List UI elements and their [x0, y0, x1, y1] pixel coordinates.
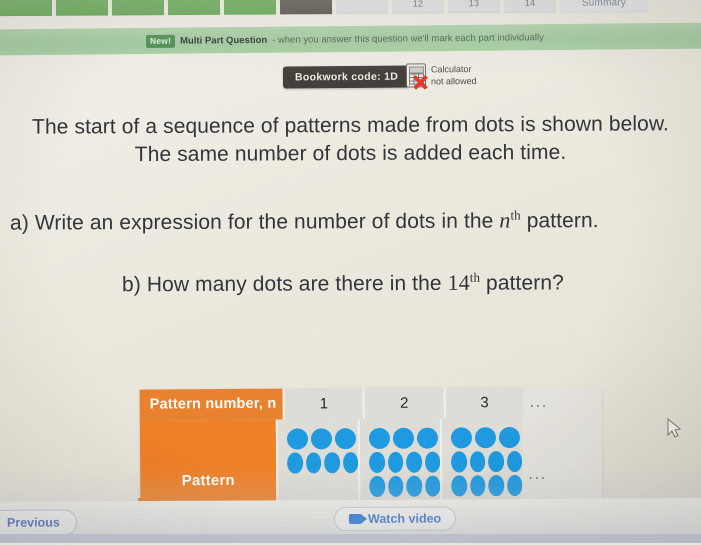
dot-row: [451, 426, 522, 449]
dot: [369, 451, 385, 473]
dot: [324, 451, 340, 474]
dot: [311, 428, 333, 450]
dot: [417, 427, 439, 449]
part-b-superscript: th: [469, 269, 481, 285]
question-part-b: b) How many dots are there in the 14th p…: [122, 263, 701, 299]
dot: [499, 426, 521, 448]
part-a-variable: n: [499, 207, 511, 233]
tab-question-9[interactable]: 13: [447, 0, 501, 14]
calculator-not-allowed-icon: [405, 63, 427, 88]
part-b-prefix: b) How many dots are there in the: [121, 271, 448, 297]
dot: [305, 452, 322, 474]
banner-title: Multi Part Question: [180, 34, 268, 47]
dot-row: [287, 427, 358, 450]
pattern-ellipsis: ...: [522, 417, 603, 501]
part-b-number: 14: [447, 269, 470, 295]
dot: [342, 451, 359, 473]
dot: [424, 475, 441, 497]
dot: [488, 450, 505, 472]
table-row: Pattern ...: [139, 417, 603, 504]
tab-question-current[interactable]: [279, 0, 333, 15]
calculator-line-2: not allowed: [430, 76, 477, 87]
dot-row: [287, 451, 359, 474]
tab-question-1[interactable]: [0, 0, 53, 17]
question-line-2: The same number of dots is added each ti…: [134, 140, 567, 167]
table-row: Pattern number, n 1 2 3 ...: [139, 386, 602, 421]
dot: [475, 426, 497, 449]
new-badge: New!: [145, 34, 176, 48]
calculator-notice: Calculator not allowed: [405, 63, 477, 88]
calculator-notice-text: Calculator not allowed: [431, 63, 477, 87]
dot: [488, 474, 505, 496]
tab-label: Summary: [581, 0, 627, 9]
tab-label: 14: [524, 0, 536, 8]
pattern-number-cell-3: 3: [443, 386, 524, 419]
bookwork-bar: Bookwork code: 1D Calculator not allowed: [0, 59, 701, 99]
previous-button[interactable]: Previous: [0, 509, 77, 536]
dot: [369, 427, 391, 449]
mouse-cursor-icon: [667, 418, 682, 438]
dot: [451, 475, 468, 497]
video-camera-icon: [348, 513, 363, 525]
dot: [287, 452, 303, 474]
pattern-number-cell-2: 2: [362, 387, 444, 419]
tab-summary[interactable]: Summary: [559, 0, 649, 13]
dot-row: [451, 474, 523, 497]
pattern-dots-cell-3: [440, 417, 523, 502]
dot: [424, 451, 441, 473]
pattern-number-cell-1: 1: [282, 388, 364, 420]
dot: [507, 474, 523, 496]
tab-label: 13: [468, 0, 480, 9]
question-line-1: The start of a sequence of patterns made…: [31, 112, 670, 139]
bookwork-code-chip: Bookwork code: 1D: [282, 65, 411, 89]
part-a-suffix: pattern.: [520, 209, 599, 233]
pattern-number-ellipsis: ...: [523, 386, 602, 418]
part-a-superscript: th: [510, 207, 521, 223]
part-b-suffix: pattern?: [480, 271, 564, 295]
dot: [506, 450, 523, 472]
watch-video-button[interactable]: Watch video: [333, 506, 457, 532]
row-header-pattern: Pattern: [139, 419, 277, 504]
dot-row: [369, 427, 440, 449]
dot: [387, 475, 404, 497]
tab-question-4[interactable]: [167, 0, 221, 16]
dot: [406, 451, 422, 473]
dot: [451, 451, 467, 473]
dot: [287, 428, 309, 450]
dot-grid-1: [278, 419, 359, 474]
tab-label: 12: [412, 0, 424, 9]
dot: [387, 451, 404, 473]
calculator-line-1: Calculator: [430, 64, 472, 75]
multipart-banner: New! Multi Part Question - when you answ…: [0, 22, 701, 56]
tab-question-8[interactable]: 12: [391, 0, 445, 14]
banner-description: - when you answer this question we'll ma…: [272, 31, 544, 46]
dot-row: [369, 451, 441, 473]
dot-grid-3: [442, 418, 523, 497]
dot: [470, 474, 486, 497]
pattern-dots-cell-2: [358, 418, 441, 503]
tab-question-10[interactable]: 14: [503, 0, 557, 14]
dot: [335, 427, 357, 449]
dot: [406, 475, 423, 497]
tab-question-7[interactable]: [335, 0, 389, 15]
question-part-a: a) Write an expression for the number of…: [10, 200, 701, 236]
watch-video-label: Watch video: [367, 511, 442, 526]
app-screen: 12 13 14 Summary New! Multi Part Questio…: [0, 0, 701, 545]
dot-row: [369, 475, 441, 497]
dot: [469, 450, 486, 473]
dot: [451, 427, 473, 449]
tab-question-2[interactable]: [55, 0, 109, 16]
dot-grid-2: [360, 418, 441, 497]
question-tab-strip[interactable]: 12 13 14 Summary: [0, 0, 701, 17]
part-a-prefix: a) Write an expression for the number of…: [9, 209, 500, 235]
row-header-pattern-number: Pattern number, n: [139, 388, 283, 421]
dot-row: [451, 450, 523, 473]
device-bezel-strip: [0, 534, 701, 543]
pattern-dots-cell-1: [275, 418, 359, 503]
pattern-table: Pattern number, n 1 2 3 ... Pattern ...: [139, 386, 603, 504]
dot: [393, 427, 415, 449]
tab-question-3[interactable]: [111, 0, 165, 16]
dot: [369, 475, 386, 497]
tab-question-5[interactable]: [223, 0, 277, 15]
